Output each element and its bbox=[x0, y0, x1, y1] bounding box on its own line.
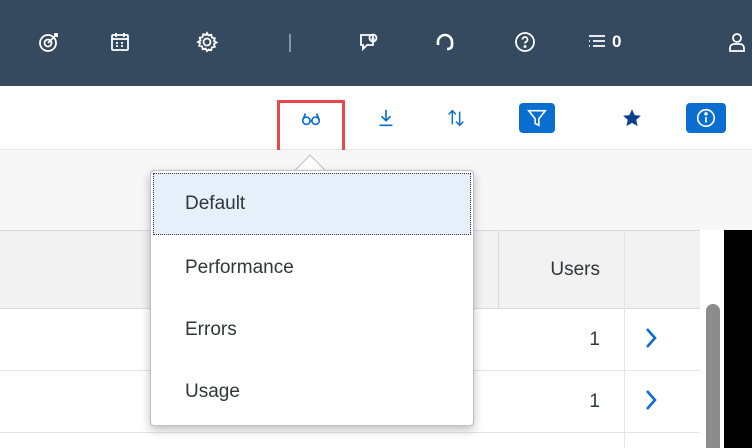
info-button[interactable] bbox=[686, 103, 726, 133]
chevron-right-icon[interactable] bbox=[641, 387, 665, 415]
users-value: 1 bbox=[589, 391, 600, 412]
shell-bar: 0 bbox=[0, 0, 752, 86]
header-divider bbox=[498, 231, 499, 309]
column-header-users[interactable]: Users bbox=[550, 259, 600, 281]
notification-count: 0 bbox=[612, 32, 622, 51]
view-menu-item-default[interactable]: Default bbox=[153, 173, 471, 235]
help-icon[interactable] bbox=[510, 27, 540, 57]
download-button[interactable] bbox=[368, 103, 404, 133]
chevron-right-icon[interactable] bbox=[641, 325, 665, 353]
annotation-highlight bbox=[277, 100, 345, 154]
feedback-icon[interactable] bbox=[354, 27, 384, 57]
target-icon[interactable] bbox=[34, 27, 64, 57]
view-menu-item-errors[interactable]: Errors bbox=[153, 299, 471, 361]
calendar-icon[interactable] bbox=[105, 27, 135, 57]
filter-button[interactable] bbox=[519, 103, 555, 133]
notifications-button[interactable]: 0 bbox=[585, 27, 655, 57]
window-edge bbox=[724, 230, 752, 448]
headset-icon[interactable] bbox=[430, 27, 460, 57]
column-divider bbox=[624, 231, 625, 448]
users-value: 1 bbox=[589, 329, 600, 350]
filter-icon bbox=[527, 109, 547, 127]
view-menu: Default Performance Errors Usage bbox=[150, 170, 474, 426]
notifications-icon bbox=[589, 35, 605, 47]
shellbar-divider bbox=[289, 34, 291, 52]
gear-icon[interactable] bbox=[192, 27, 222, 57]
view-menu-item-usage[interactable]: Usage bbox=[153, 361, 471, 423]
user-icon[interactable] bbox=[722, 27, 752, 57]
sort-button[interactable] bbox=[438, 103, 474, 133]
star-icon bbox=[623, 109, 641, 127]
info-icon bbox=[696, 108, 716, 128]
table-toolbar bbox=[0, 86, 752, 150]
favorite-button[interactable] bbox=[614, 103, 650, 133]
scrollbar-thumb[interactable] bbox=[706, 304, 720, 448]
view-menu-item-performance[interactable]: Performance bbox=[153, 237, 471, 299]
sort-icon bbox=[448, 109, 464, 127]
app-window: 0 Users 1 1 Default Performance Errors U… bbox=[0, 0, 752, 448]
download-icon bbox=[379, 109, 393, 127]
